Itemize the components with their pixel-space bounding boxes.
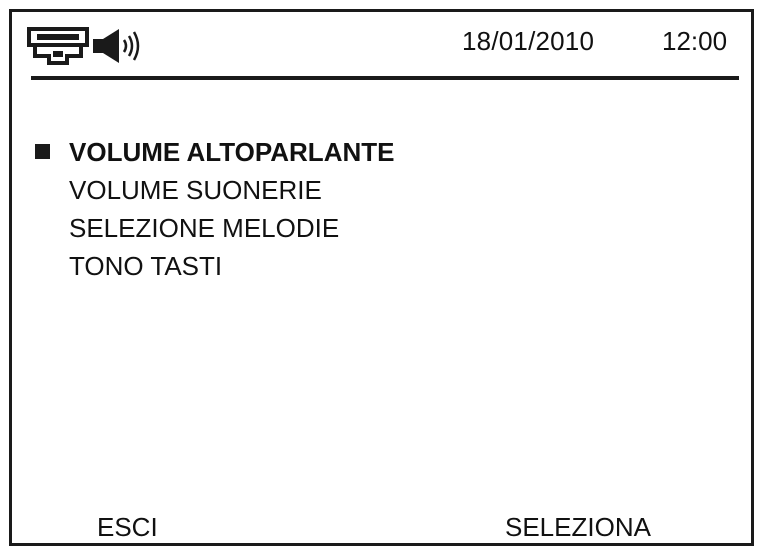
menu-item-label: VOLUME SUONERIE [69, 175, 322, 205]
header-divider [31, 76, 739, 80]
selection-marker-icon [35, 144, 50, 159]
status-time: 12:00 [662, 26, 728, 56]
menu-item-volume-altoparlante[interactable]: VOLUME ALTOPARLANTE [32, 133, 394, 171]
seleziona-softkey[interactable]: SELEZIONA [505, 512, 651, 545]
status-date: 18/01/2010 [462, 26, 595, 56]
status-icons [27, 24, 149, 68]
network-plug-icon [27, 26, 91, 66]
esci-softkey-label: ESCI [97, 512, 158, 545]
menu-item-volume-suonerie[interactable]: VOLUME SUONERIE [32, 171, 394, 209]
menu-item-label: TONO TASTI [69, 251, 223, 281]
menu-item-selezione-melodie[interactable]: SELEZIONE MELODIE [32, 209, 394, 247]
seleziona-softkey-label: SELEZIONA [505, 512, 651, 545]
esci-softkey[interactable]: ESCI [97, 512, 158, 545]
menu-item-label: VOLUME ALTOPARLANTE [69, 137, 395, 167]
device-screen: 18/01/2010 12:00 VOLUME ALTOPARLANTE VOL… [9, 9, 754, 546]
speaker-volume-icon [91, 26, 149, 66]
menu-item-label: SELEZIONE MELODIE [69, 213, 340, 243]
menu-item-tono-tasti[interactable]: TONO TASTI [32, 247, 394, 285]
menu-list: VOLUME ALTOPARLANTE VOLUME SUONERIE SELE… [32, 133, 394, 285]
status-bar: 18/01/2010 12:00 [12, 12, 751, 78]
